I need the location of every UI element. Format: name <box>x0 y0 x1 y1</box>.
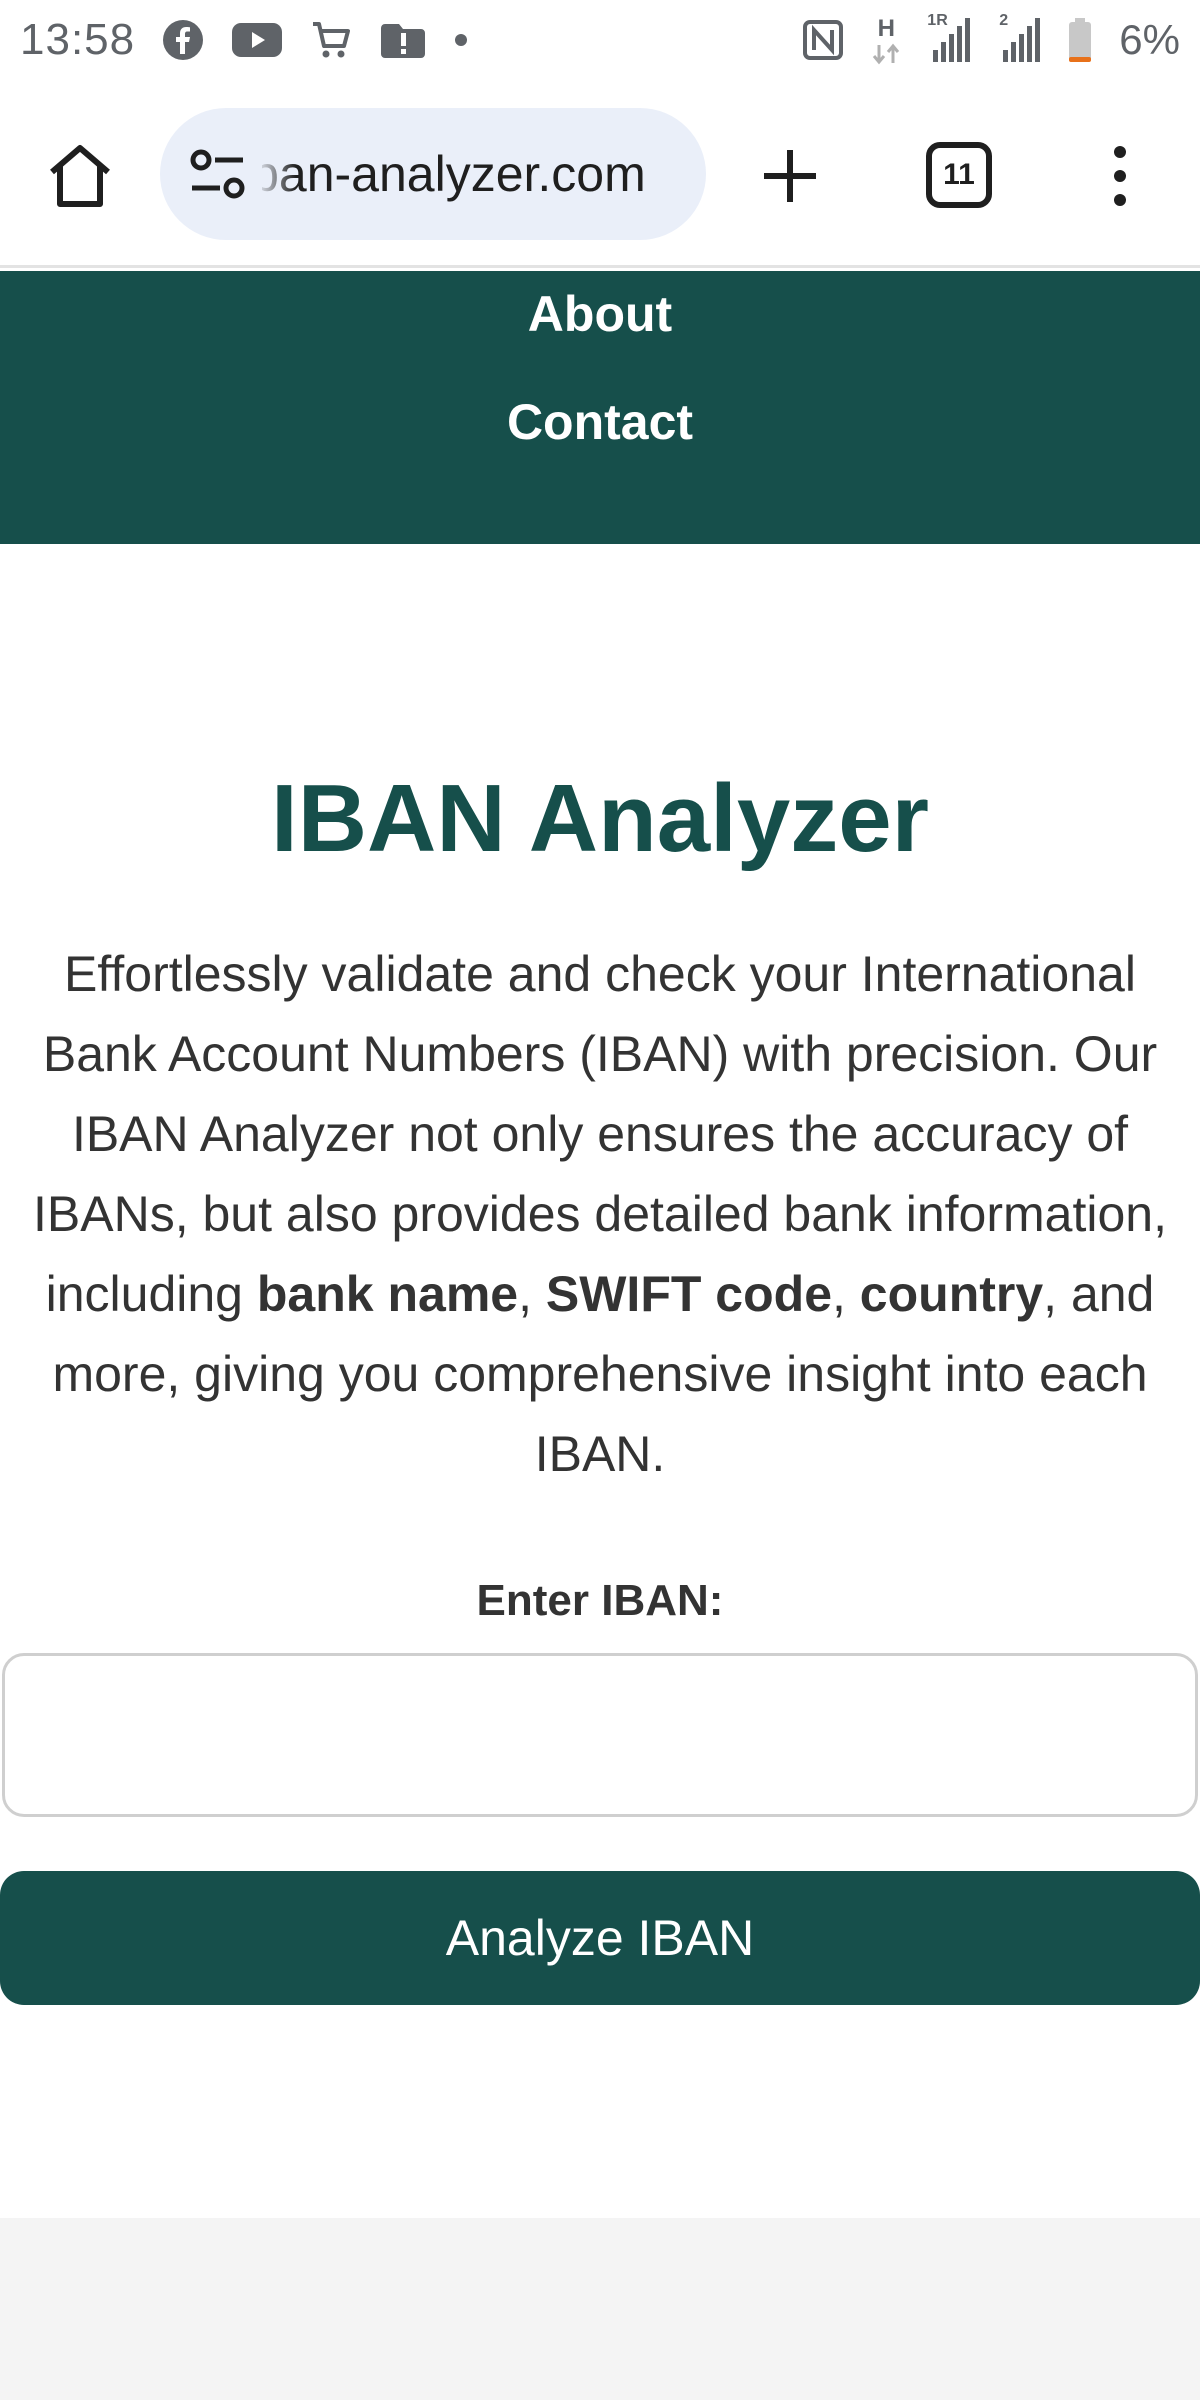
youtube-icon <box>231 20 283 60</box>
sim1-label: 1R <box>927 12 948 29</box>
alert-icon <box>379 20 427 60</box>
intro-part: , <box>518 1266 546 1322</box>
site-settings-button[interactable] <box>188 146 248 202</box>
main-content: IBAN Analyzer Effortlessly validate and … <box>0 544 1200 2218</box>
page-title: IBAN Analyzer <box>271 765 929 872</box>
sim2-label: 2 <box>999 12 1009 29</box>
facebook-icon <box>161 18 205 62</box>
plus-icon <box>764 150 816 202</box>
new-tab-button[interactable] <box>752 138 828 214</box>
site-settings-icon <box>190 149 245 199</box>
browser-toolbar: iban-analyzer.com 11 <box>0 80 1200 268</box>
home-button[interactable] <box>42 138 118 214</box>
iban-field-label: Enter IBAN: <box>476 1576 724 1625</box>
data-activity-icon: H <box>871 15 901 65</box>
address-bar[interactable]: iban-analyzer.com <box>160 108 706 240</box>
intro-bold-country: country <box>859 1266 1044 1322</box>
more-vert-icon <box>1114 146 1126 206</box>
dot-icon <box>453 32 469 48</box>
status-bar: 13:58 H 1R 2 6% <box>0 0 1200 80</box>
url-text[interactable]: iban-analyzer.com <box>262 142 702 206</box>
url-fade <box>256 138 296 210</box>
site-nav: About Contact <box>0 271 1200 544</box>
intro-bold-swift-code: SWIFT code <box>545 1266 832 1322</box>
network-type-label: H <box>877 15 895 42</box>
signal-sim1-icon: 1R <box>927 12 971 64</box>
battery-low-icon <box>1067 17 1093 63</box>
nav-link-contact[interactable]: Contact <box>0 393 1200 451</box>
home-icon <box>50 145 110 207</box>
tab-count: 11 <box>943 158 975 191</box>
nav-link-about[interactable]: About <box>0 285 1200 343</box>
intro-bold-bank-name: bank name <box>256 1266 519 1322</box>
intro-part: , <box>832 1266 860 1322</box>
signal-sim2-icon: 2 <box>997 12 1041 64</box>
tab-switcher-button[interactable]: 11 <box>926 142 992 208</box>
browser-menu-button[interactable] <box>1094 138 1146 214</box>
iban-input[interactable] <box>2 1653 1198 1817</box>
analyze-iban-button[interactable]: Analyze IBAN <box>0 1871 1200 2005</box>
nfc-icon <box>801 18 845 62</box>
shopping-cart-icon <box>309 18 353 62</box>
footer <box>0 2218 1200 2400</box>
intro-text: Effortlessly validate and check your Int… <box>0 934 1200 1494</box>
status-left: 13:58 <box>20 15 469 65</box>
status-time: 13:58 <box>20 15 136 64</box>
battery-percent: 6% <box>1119 16 1180 63</box>
status-right: H 1R 2 6% <box>801 12 1180 65</box>
